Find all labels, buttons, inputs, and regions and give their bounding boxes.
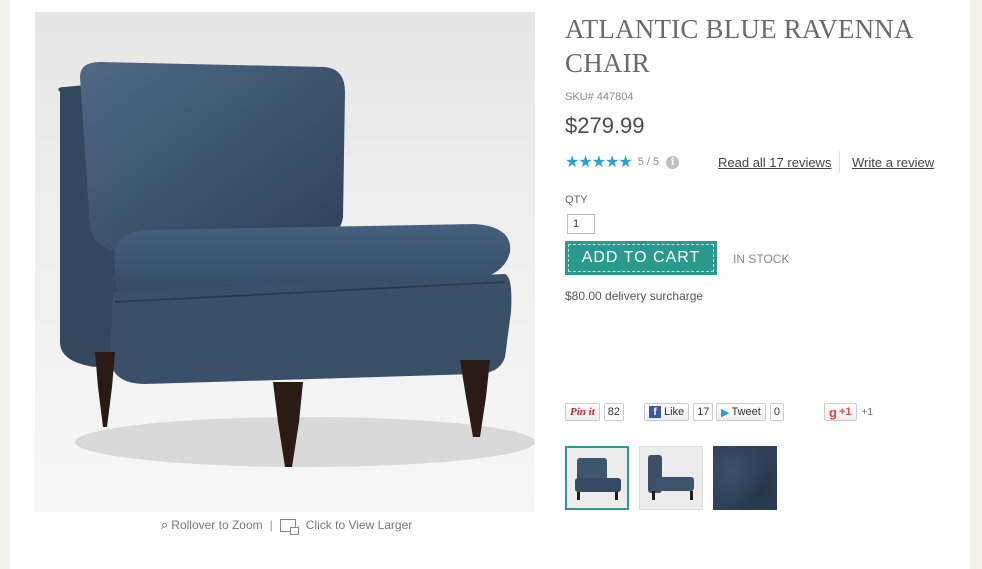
- star-rating-icons: ★★★★★: [565, 154, 633, 171]
- facebook-share: f Like 17: [644, 402, 714, 422]
- pinterest-share: Pin it 82: [565, 402, 625, 422]
- chair-illustration: [58, 62, 535, 467]
- view-larger-link[interactable]: Click to View Larger: [306, 518, 413, 532]
- rating: ★★★★★ 5 / 5 i: [565, 152, 680, 172]
- stock-status: IN STOCK: [733, 252, 790, 266]
- gplus-button[interactable]: g +1: [824, 403, 857, 421]
- image-tools-bar: ⌕ Rollover to Zoom | Click to View Large…: [155, 512, 425, 538]
- facebook-count: 17: [693, 403, 714, 421]
- product-sku: SKU# 447804: [565, 91, 634, 103]
- fabric-texture: [713, 446, 777, 510]
- product-title: ATLANTIC BLUE RAVENNA CHAIR: [565, 14, 913, 78]
- divider: [839, 151, 840, 173]
- delivery-surcharge: $80.00 delivery surcharge: [565, 289, 704, 303]
- facebook-label: Like: [664, 406, 685, 418]
- gplus-label: +1: [838, 406, 852, 418]
- thumbnail-front[interactable]: [565, 446, 629, 510]
- qty-input[interactable]: [567, 214, 595, 234]
- thumbnail-side[interactable]: [639, 446, 703, 510]
- qty-label: QTY: [565, 194, 588, 206]
- rollover-zoom-label: Rollover to Zoom: [171, 518, 263, 532]
- gplus-share: g +1 +1: [824, 402, 873, 422]
- chair-thumb-icon: [567, 448, 627, 508]
- thumbnail-fabric-swatch[interactable]: [713, 446, 777, 510]
- product-price: $279.99: [565, 113, 645, 138]
- pinterest-button[interactable]: Pin it: [565, 403, 600, 421]
- product-main-image[interactable]: [35, 12, 535, 512]
- twitter-bird-icon: ▶: [721, 406, 730, 419]
- tweet-label: Tweet: [731, 406, 761, 418]
- read-reviews-link[interactable]: Read all 17 reviews: [718, 155, 831, 170]
- tweet-count: 0: [769, 403, 784, 421]
- chair-side-thumb-icon: [640, 447, 702, 509]
- add-to-cart-button[interactable]: ADD TO CART: [565, 241, 717, 275]
- separator: |: [269, 518, 273, 532]
- pinterest-label: Pin it: [570, 406, 595, 418]
- pinterest-count: 82: [603, 403, 625, 421]
- rating-score: 5 / 5: [637, 156, 660, 168]
- view-larger-icon[interactable]: [279, 518, 299, 535]
- tweet-button[interactable]: ▶ Tweet: [716, 403, 766, 421]
- gplus-count: +1: [861, 406, 873, 418]
- gplus-icon: g: [829, 404, 837, 420]
- facebook-like-button[interactable]: f Like: [644, 403, 690, 421]
- twitter-share: ▶ Tweet 0: [716, 402, 784, 422]
- write-review-link[interactable]: Write a review: [852, 155, 934, 170]
- page: ⌕ Rollover to Zoom | Click to View Large…: [10, 0, 970, 569]
- info-icon[interactable]: i: [666, 155, 680, 169]
- facebook-icon: f: [649, 406, 661, 418]
- magnifier-icon: ⌕: [161, 517, 169, 532]
